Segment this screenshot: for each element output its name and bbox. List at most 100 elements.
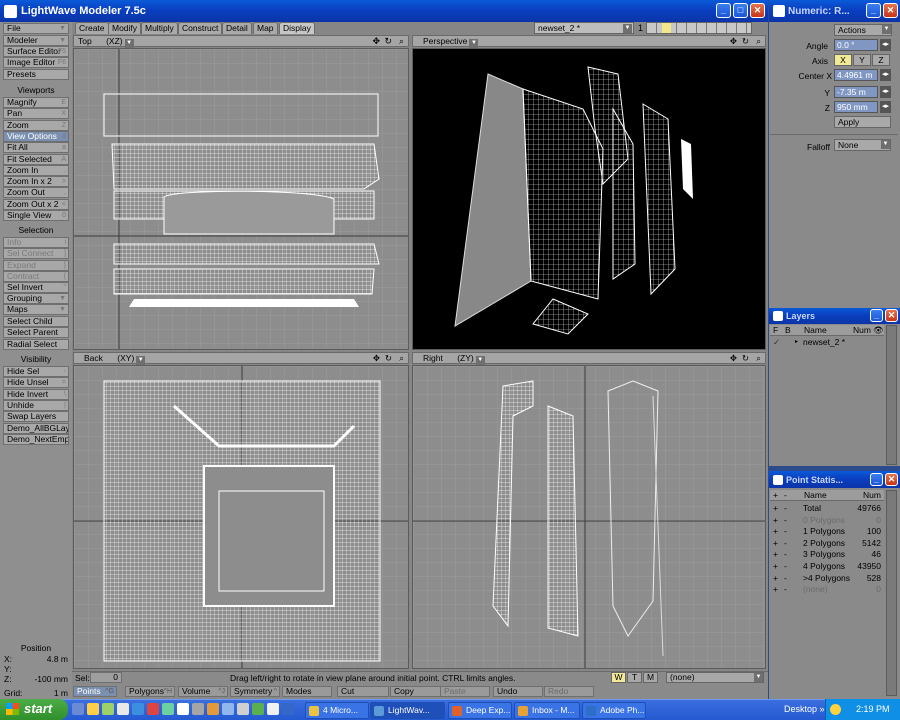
sidebar-button[interactable]: Expand} bbox=[3, 259, 69, 271]
quick-launch-icon[interactable] bbox=[267, 703, 279, 715]
quick-launch-icon[interactable] bbox=[132, 703, 144, 715]
sidebar-button[interactable]: Zoom Z bbox=[3, 119, 69, 131]
quick-launch-icon[interactable] bbox=[117, 703, 129, 715]
sidebar-button[interactable]: Radial Select bbox=[3, 338, 69, 350]
falloff-select[interactable]: None ▼ bbox=[834, 139, 891, 151]
sidebar-button[interactable]: Fit All a bbox=[3, 142, 69, 154]
sidebar-button[interactable]: Info i bbox=[3, 237, 69, 248]
taskbar-button[interactable]: LightWav... bbox=[370, 702, 445, 719]
mode-button-paste[interactable]: Paste bbox=[440, 686, 490, 697]
zoom-view-icon[interactable]: ⌕ bbox=[399, 36, 404, 46]
layers-panel-title[interactable]: Layers _ ✕ bbox=[769, 308, 900, 324]
close-icon[interactable]: ✕ bbox=[883, 3, 898, 18]
axis-y-button[interactable]: Y bbox=[853, 54, 871, 66]
top-view-header[interactable]: Top (XZ) ▼ ✥ ↻ ⌕ bbox=[73, 35, 409, 48]
tab-construct[interactable]: Construct bbox=[178, 22, 223, 34]
tab-map[interactable]: Map bbox=[253, 22, 278, 34]
chevron-down-icon[interactable]: ▼ bbox=[136, 356, 146, 365]
perspective-view-header[interactable]: Perspective ▼ ✥ ↻ ⌕ bbox=[412, 35, 766, 48]
tab-modify[interactable]: Modify bbox=[108, 22, 142, 34]
center-y-slider-icon[interactable]: ◂▸ bbox=[880, 86, 891, 98]
taskbar-button[interactable]: 4 Micro... bbox=[305, 702, 369, 719]
quick-launch-icon[interactable] bbox=[177, 703, 189, 715]
center-x-slider-icon[interactable]: ◂▸ bbox=[880, 69, 891, 81]
point-stats-scrollbar[interactable] bbox=[886, 490, 897, 696]
sidebar-button[interactable]: Surface Editor F5 bbox=[3, 46, 69, 57]
point-stat-row[interactable]: + - 3 Polygons 46 bbox=[770, 549, 884, 560]
sidebar-button[interactable]: Select Child bbox=[3, 316, 69, 327]
quick-launch-icon[interactable] bbox=[72, 703, 84, 715]
clock[interactable]: 2:19 PM bbox=[856, 704, 890, 714]
center-z-field[interactable]: 950 mm bbox=[834, 101, 878, 113]
close-icon[interactable]: ✕ bbox=[750, 3, 765, 18]
sidebar-button[interactable]: Contract { bbox=[3, 270, 69, 282]
layer-bank-first-active[interactable] bbox=[662, 23, 671, 33]
mode-button-points[interactable]: Points ^G bbox=[73, 686, 117, 697]
sidebar-button[interactable]: Demo_AllBGLay bbox=[3, 422, 69, 434]
sidebar-button[interactable]: Demo_NextEmpt bbox=[3, 433, 69, 445]
point-stat-row[interactable]: + - 0 Polygons 0 bbox=[770, 515, 884, 526]
sidebar-button[interactable]: Hide Invert \ bbox=[3, 388, 69, 400]
perspective-viewport[interactable] bbox=[412, 48, 766, 350]
quick-launch-icon[interactable] bbox=[237, 703, 249, 715]
file-menu[interactable]: File ▼ bbox=[3, 23, 69, 34]
right-view-header[interactable]: Right (ZY) ▼ ✥ ↻ ⌕ bbox=[412, 352, 766, 365]
move-view-icon[interactable]: ✥ bbox=[373, 353, 380, 363]
apply-button[interactable]: Apply bbox=[834, 116, 891, 128]
point-stat-row[interactable]: + - Total 49766 bbox=[770, 503, 884, 514]
move-view-icon[interactable]: ✥ bbox=[730, 353, 737, 363]
sidebar-button[interactable]: Select Parent bbox=[3, 327, 69, 339]
close-icon[interactable]: ✕ bbox=[885, 473, 898, 486]
sidebar-button[interactable]: Zoom Out, bbox=[3, 187, 69, 199]
sidebar-button[interactable]: Single View 0 bbox=[3, 210, 69, 221]
back-view-header[interactable]: Back (XY) ▼ ✥ ↻ ⌕ bbox=[73, 352, 409, 365]
mode-button-polygons[interactable]: Polygons ^H bbox=[125, 686, 175, 697]
maps-menu[interactable]: Maps ▼ bbox=[3, 304, 69, 315]
point-stat-row[interactable]: + - 4 Polygons 43950 bbox=[770, 561, 884, 572]
sidebar-button[interactable]: Unhide | bbox=[3, 399, 69, 411]
t-toggle[interactable]: T bbox=[627, 672, 642, 683]
right-viewport[interactable] bbox=[412, 365, 766, 669]
zoom-view-icon[interactable]: ⌕ bbox=[756, 36, 761, 46]
minimize-icon[interactable]: _ bbox=[870, 473, 883, 486]
back-viewport[interactable] bbox=[73, 365, 409, 669]
chevron-down-icon[interactable]: ▼ bbox=[475, 356, 485, 365]
main-title-bar[interactable]: LightWave Modeler 7.5c _ □ ✕ bbox=[0, 0, 768, 22]
mode-button-symmetry[interactable]: Symmetry ^ bbox=[230, 686, 280, 697]
tab-multiply[interactable]: Multiply bbox=[141, 22, 178, 34]
point-stat-row[interactable]: + - 2 Polygons 5142 bbox=[770, 538, 884, 549]
axis-x-button[interactable]: X bbox=[834, 54, 852, 66]
minimize-icon[interactable]: _ bbox=[866, 3, 881, 18]
rotate-view-icon[interactable]: ↻ bbox=[742, 353, 749, 363]
quick-launch-icon[interactable] bbox=[162, 703, 174, 715]
mode-button-copy[interactable]: Copy bbox=[390, 686, 442, 697]
grouping-menu[interactable]: Grouping ▼ bbox=[3, 293, 69, 304]
layer-row[interactable]: ✓ ▸ newset_2 * bbox=[770, 337, 884, 348]
minimize-icon[interactable]: _ bbox=[716, 3, 731, 18]
chevron-down-icon[interactable]: ▼ bbox=[469, 39, 479, 48]
tab-create[interactable]: Create bbox=[75, 22, 109, 34]
taskbar-button[interactable]: Deep Exp... bbox=[448, 702, 512, 719]
point-stat-row[interactable]: + - (none) 0 bbox=[770, 584, 884, 595]
desktop-toolbar[interactable]: Desktop » bbox=[784, 704, 825, 714]
start-button[interactable]: start bbox=[0, 699, 68, 720]
tab-detail[interactable]: Detail bbox=[222, 22, 252, 34]
layers-scrollbar[interactable] bbox=[886, 325, 897, 465]
mode-button-undo[interactable]: Undo bbox=[493, 686, 543, 697]
sidebar-button[interactable]: Hide Unsel = bbox=[3, 377, 69, 389]
minimize-icon[interactable]: _ bbox=[870, 309, 883, 322]
quick-launch-icon[interactable] bbox=[87, 703, 99, 715]
w-toggle[interactable]: W bbox=[611, 672, 626, 683]
m-toggle[interactable]: M bbox=[643, 672, 658, 683]
taskbar-button[interactable]: Inbox - M... bbox=[514, 702, 580, 719]
point-stat-row[interactable]: + - 1 Polygons 100 bbox=[770, 526, 884, 537]
quick-launch-icon[interactable] bbox=[222, 703, 234, 715]
sidebar-button[interactable]: Magnify E bbox=[3, 97, 69, 108]
tray-icon[interactable] bbox=[830, 704, 841, 715]
center-z-slider-icon[interactable]: ◂▸ bbox=[880, 101, 891, 113]
rotate-view-icon[interactable]: ↻ bbox=[742, 36, 749, 46]
zoom-view-icon[interactable]: ⌕ bbox=[756, 353, 761, 363]
maximize-icon[interactable]: □ bbox=[733, 3, 748, 18]
numeric-panel-title[interactable]: Numeric: R... _ ✕ bbox=[769, 0, 900, 22]
quick-launch-icon[interactable] bbox=[207, 703, 219, 715]
